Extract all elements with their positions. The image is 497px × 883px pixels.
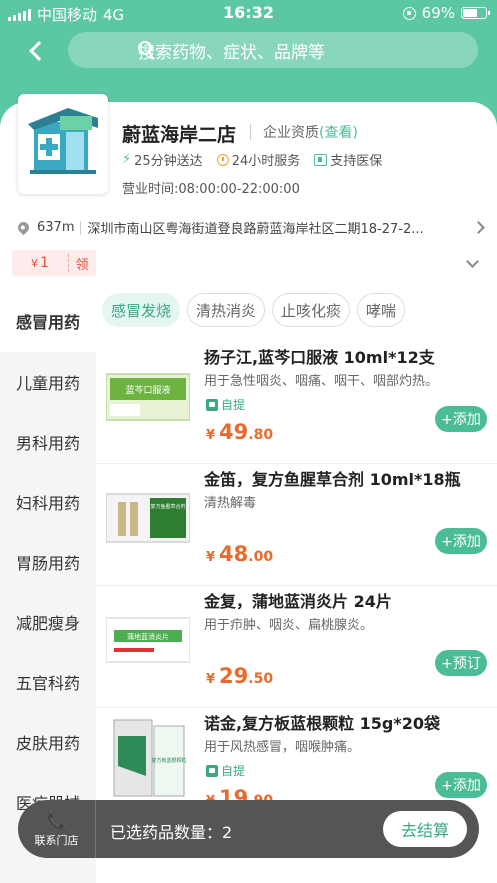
chip-asthma[interactable]: 哮喘	[357, 293, 406, 327]
selected-count: 已选药品数量：2	[110, 823, 233, 842]
chip-cough[interactable]: 止咳化痰	[272, 293, 351, 327]
business-hours: 营业时间:08:00:00-22:00:00	[122, 182, 300, 197]
pickup-icon	[206, 398, 218, 411]
product-item[interactable]: 复方鱼腥草合剂 金笛，复方鱼腥草合剂 10ml*18瓶 清热解毒 ¥48.00 …	[96, 464, 497, 586]
phone-icon: 📞	[46, 810, 67, 830]
search-placeholder: 搜索药物、症状、品牌等	[138, 42, 325, 63]
svg-text:蒲地蓝消炎片: 蒲地蓝消炎片	[127, 632, 169, 641]
qualification-label: 企业资质	[263, 125, 319, 141]
chip-heat-clearing[interactable]: 清热消炎	[187, 293, 266, 327]
search-icon	[138, 41, 152, 55]
coupon[interactable]: ¥1 领	[12, 250, 96, 276]
add-button[interactable]: +添加	[435, 528, 487, 554]
sidebar-item-stomach[interactable]: 胃肠用药	[0, 532, 96, 592]
clock-icon	[216, 153, 229, 166]
product-name: 金笛，复方鱼腥草合剂 10ml*18瓶	[204, 470, 461, 489]
category-sidebar: 感冒用药 儿童用药 男科用药 妇科用药 胃肠用药 减肥瘦身 五官科药 皮肤用药 …	[0, 290, 96, 883]
coupon-claim[interactable]: 领	[69, 254, 95, 273]
address-text: 深圳市南山区粤海街道登良路蔚蓝海岸社区二期18-27-2...	[87, 222, 424, 237]
battery-percent: 69%	[421, 4, 455, 22]
product-image: 蓝芩口服液	[106, 373, 190, 421]
qualification-view-link[interactable]: (查看)	[319, 122, 358, 142]
store-name: 蔚蓝海岸二店	[122, 124, 237, 146]
sidebar-item-slimming[interactable]: 减肥瘦身	[0, 592, 96, 652]
tag-24h: 24小时服务	[216, 150, 300, 169]
store-logo	[18, 94, 108, 194]
store-tags: ⚡ 25分钟送达 24小时服务 支持医保	[122, 150, 382, 169]
tag-insurance: 支持医保	[314, 150, 382, 169]
qualification: 企业资质 (查看)	[250, 122, 358, 142]
product-desc: 清热解毒	[204, 496, 257, 511]
medical-card-icon	[314, 153, 328, 166]
product-price: ¥29.50	[206, 664, 274, 688]
product-image: 复方鱼腥草合剂	[106, 493, 190, 543]
product-item[interactable]: 蒲地蓝消炎片 金复，蒲地蓝消炎片 24片 用于疖肿、咽炎、扁桃腺炎。 ¥29.5…	[96, 586, 497, 708]
svg-text:蓝芩口服液: 蓝芩口服液	[125, 384, 170, 396]
product-image: 复方板蓝根颗粒	[113, 719, 187, 797]
svg-text:复方板蓝根颗粒: 复方板蓝根颗粒	[151, 757, 186, 764]
search-input[interactable]: 搜索药物、症状、品牌等	[68, 32, 478, 68]
tag-delivery: ⚡ 25分钟送达	[122, 152, 203, 169]
preorder-button[interactable]: +预订	[435, 650, 487, 676]
sidebar-item-men[interactable]: 男科用药	[0, 412, 96, 472]
sidebar-item-skin[interactable]: 皮肤用药	[0, 712, 96, 772]
add-button[interactable]: +添加	[435, 772, 487, 798]
status-bar: 中国移动 4G 16:32 69%	[0, 0, 497, 26]
address-row[interactable]: 637m 深圳市南山区粤海街道登良路蔚蓝海岸社区二期18-27-2...	[15, 218, 485, 237]
product-price: ¥49.80	[206, 420, 274, 444]
contact-store-button[interactable]: 📞 联系门店	[18, 800, 96, 858]
checkout-button[interactable]: 去结算	[383, 811, 467, 847]
product-price: ¥48.00	[206, 542, 274, 566]
sidebar-item-women[interactable]: 妇科用药	[0, 472, 96, 532]
chevron-down-icon[interactable]	[466, 255, 479, 268]
chevron-right-icon	[472, 221, 485, 234]
sidebar-item-ent[interactable]: 五官科药	[0, 652, 96, 712]
bolt-icon: ⚡	[122, 152, 132, 167]
sidebar-item-children[interactable]: 儿童用药	[0, 352, 96, 412]
pickup-badge: 自提	[206, 396, 245, 413]
product-name: 诺金,复方板蓝根颗粒 15g*20袋	[204, 714, 441, 733]
contact-label: 联系门店	[34, 833, 79, 847]
chip-cold-fever[interactable]: 感冒发烧	[102, 293, 181, 327]
add-button[interactable]: +添加	[435, 406, 487, 432]
sidebar-item-cold[interactable]: 感冒用药	[0, 290, 96, 352]
product-desc: 用于疖肿、咽炎、扁桃腺炎。	[204, 618, 374, 633]
product-desc: 用于风热感冒，咽喉肿痛。	[204, 740, 361, 755]
subcategory-chips: 感冒发烧 清热消炎 止咳化痰 哮喘	[96, 290, 497, 327]
pickup-badge: 自提	[206, 762, 245, 779]
distance: 637m	[37, 220, 75, 235]
product-image: 蒲地蓝消炎片	[106, 617, 190, 663]
product-desc: 用于急性咽炎、咽痛、咽干、咽部灼热。	[204, 374, 439, 389]
product-name: 金复，蒲地蓝消炎片 24片	[204, 592, 392, 611]
battery-icon	[461, 7, 490, 19]
location-pin-icon	[15, 219, 32, 236]
back-button[interactable]	[24, 38, 50, 64]
svg-text:复方鱼腥草合剂: 复方鱼腥草合剂	[150, 503, 185, 510]
pickup-icon	[206, 764, 218, 777]
cart-bar: 📞 联系门店 已选药品数量：2 去结算	[18, 800, 479, 858]
product-item[interactable]: 蓝芩口服液 扬子江,蓝芩口服液 10ml*12支 用于急性咽炎、咽痛、咽干、咽部…	[96, 342, 497, 464]
rotation-lock-icon	[402, 6, 416, 20]
store-card: 蔚蓝海岸二店 企业资质 (查看) ⚡ 25分钟送达 24小时服务 支持医保 营业时…	[0, 94, 497, 302]
product-name: 扬子江,蓝芩口服液 10ml*12支	[204, 348, 435, 367]
product-list: 感冒发烧 清热消炎 止咳化痰 哮喘 蓝芩口服液 扬子江,蓝芩口服液 10ml*1…	[96, 290, 497, 883]
